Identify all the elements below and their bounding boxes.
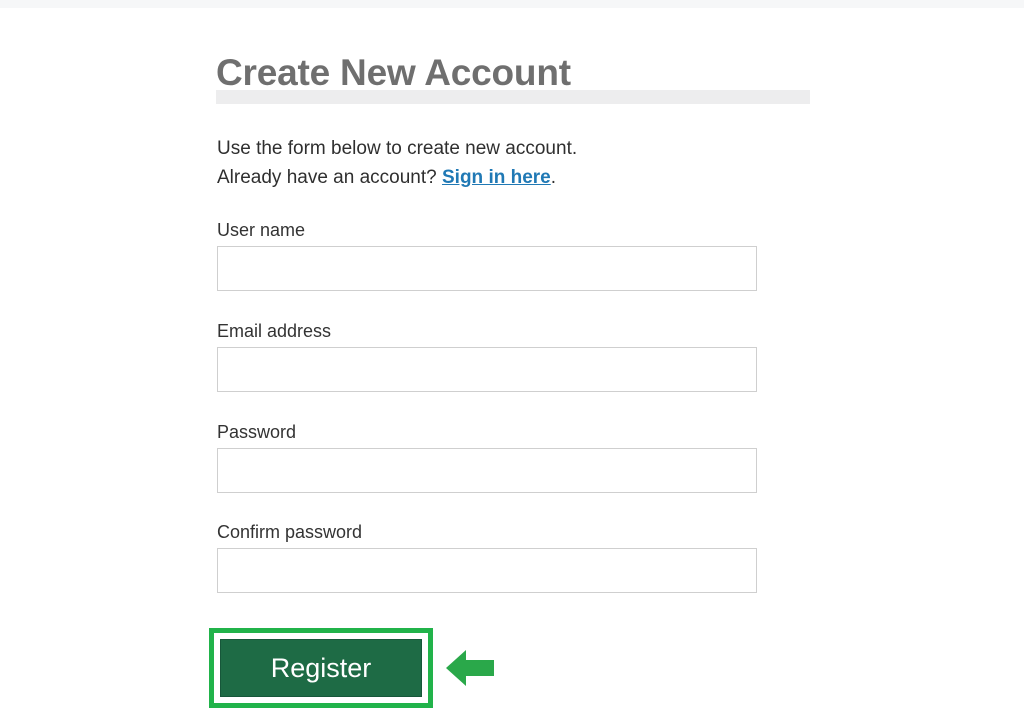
confirm-password-label: Confirm password — [217, 520, 757, 544]
intro-line-2-suffix: . — [551, 167, 556, 188]
intro-text: Use the form below to create new account… — [217, 134, 817, 192]
username-label: User name — [217, 218, 757, 242]
intro-line-2: Already have an account? Sign in here. — [217, 163, 817, 192]
username-input[interactable] — [217, 246, 757, 291]
intro-line-2-prefix: Already have an account? — [217, 167, 442, 188]
email-address-label: Email address — [217, 319, 757, 343]
email-address-input[interactable] — [217, 347, 757, 392]
field-group-confirm-password: Confirm password — [217, 520, 757, 593]
password-input[interactable] — [217, 448, 757, 493]
annotation-arrow-left-icon — [444, 642, 496, 694]
register-button-highlight: Register — [209, 628, 433, 708]
title-divider — [216, 90, 810, 104]
field-group-username: User name — [217, 218, 757, 291]
register-button[interactable]: Register — [220, 639, 422, 697]
sign-in-here-link[interactable]: Sign in here — [442, 167, 551, 188]
field-group-email: Email address — [217, 319, 757, 392]
confirm-password-input[interactable] — [217, 548, 757, 593]
field-group-password: Password — [217, 420, 757, 493]
create-account-page: Create New Account Use the form below to… — [0, 0, 1024, 722]
password-label: Password — [217, 420, 757, 444]
intro-line-1: Use the form below to create new account… — [217, 134, 817, 163]
page-title: Create New Account — [216, 51, 571, 95]
